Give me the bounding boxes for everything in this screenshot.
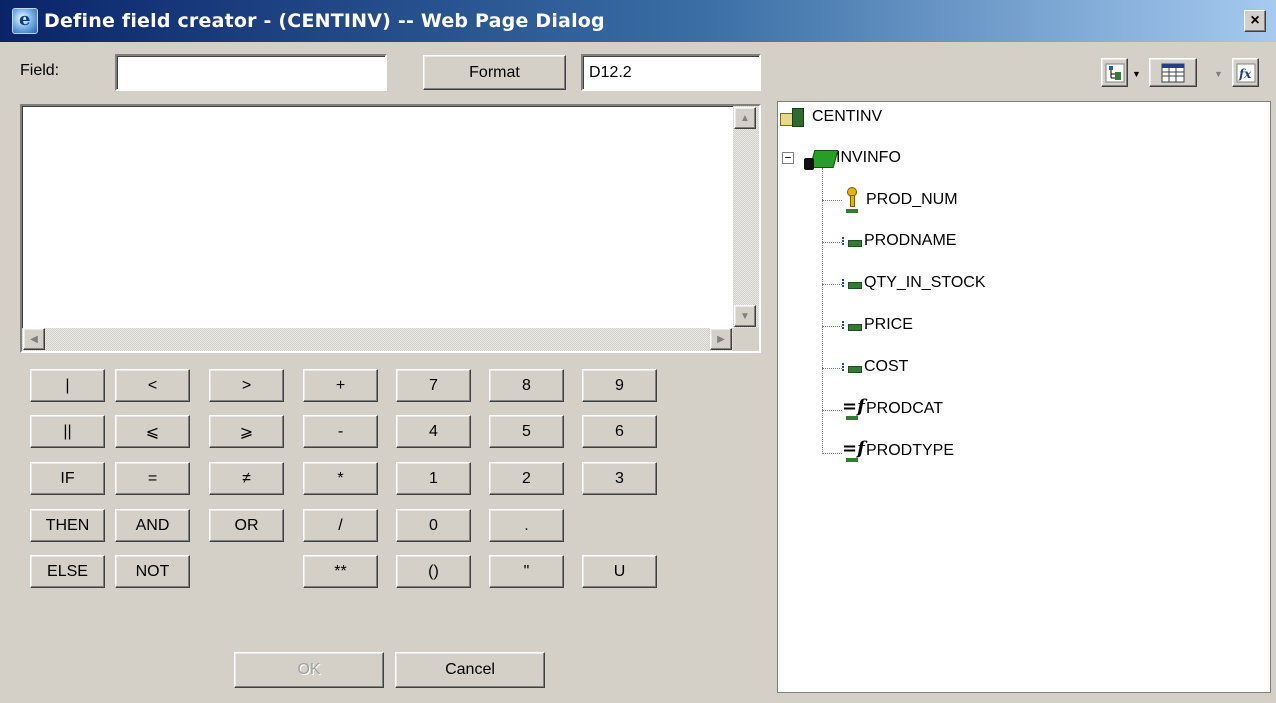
tree-connector [822, 168, 823, 454]
cancel-button[interactable]: Cancel [395, 652, 545, 688]
close-button[interactable]: × [1244, 10, 1266, 32]
tree-connector [822, 200, 842, 201]
key-less-than[interactable]: < [115, 369, 190, 402]
tree-connector [822, 242, 842, 243]
function-icon[interactable]: fx [1232, 58, 1259, 87]
tree-field-label: PROD_NUM [866, 191, 958, 208]
field-tree[interactable]: CENTINV − INVINFO PROD_NUM PRODNAME QTY_… [777, 101, 1271, 693]
key-0[interactable]: 0 [396, 509, 471, 542]
key-field-icon [842, 187, 862, 213]
field-icon [842, 359, 862, 375]
collapse-icon[interactable]: − [782, 152, 794, 164]
ie-icon [12, 8, 38, 34]
field-icon [842, 275, 862, 291]
key-4[interactable]: 4 [396, 415, 471, 448]
key-quote[interactable]: " [489, 555, 564, 588]
key-union[interactable]: U [582, 555, 657, 588]
key-power[interactable]: ** [303, 555, 378, 588]
key-greater-equal[interactable]: ⩾ [209, 415, 284, 448]
tree-view-icon[interactable] [1101, 58, 1128, 87]
tree-connector [822, 410, 842, 411]
field-icon [842, 317, 862, 333]
expression-textarea[interactable]: ▲ ▼ ◀ ▶ [20, 104, 761, 353]
key-1[interactable]: 1 [396, 462, 471, 495]
database-icon [780, 108, 810, 127]
tree-connector [822, 453, 842, 454]
key-if[interactable]: IF [30, 462, 105, 495]
svg-text:fx: fx [1238, 67, 1252, 81]
field-label: Field: [20, 62, 60, 79]
key-2[interactable]: 2 [489, 462, 564, 495]
key-6[interactable]: 6 [582, 415, 657, 448]
field-icon [842, 233, 862, 249]
tree-field-prodname[interactable]: PRODNAME [842, 232, 956, 250]
computed-field-icon: =f [842, 440, 865, 462]
tree-field-prodtype[interactable]: =f PRODTYPE [842, 440, 954, 462]
tree-field-label: COST [864, 358, 909, 375]
table-view-icon[interactable] [1149, 58, 1197, 87]
tree-field-prod-num[interactable]: PROD_NUM [842, 187, 958, 213]
tree-segment[interactable]: − INVINFO [782, 144, 901, 172]
tree-field-label: QTY_IN_STOCK [864, 274, 986, 291]
key-multiply[interactable]: * [303, 462, 378, 495]
key-concat[interactable]: || [30, 415, 105, 448]
tree-root-label: CENTINV [812, 108, 883, 125]
field-name-input[interactable] [115, 54, 387, 91]
key-then[interactable]: THEN [30, 509, 105, 542]
tree-connector [822, 284, 842, 285]
key-plus[interactable]: + [303, 369, 378, 402]
ok-button[interactable]: OK [234, 652, 384, 688]
tree-field-price[interactable]: PRICE [842, 316, 913, 334]
tree-connector [822, 326, 842, 327]
key-7[interactable]: 7 [396, 369, 471, 402]
key-minus[interactable]: - [303, 415, 378, 448]
table-view-dropdown-icon[interactable]: ▼ [1214, 69, 1223, 79]
horizontal-scrollbar[interactable]: ◀ ▶ [22, 328, 733, 351]
key-and[interactable]: AND [115, 509, 190, 542]
title-bar: Define field creator - (CENTINV) -- Web … [0, 0, 1276, 42]
key-divide[interactable]: / [303, 509, 378, 542]
key-less-equal[interactable]: ⩽ [115, 415, 190, 448]
key-greater-than[interactable]: > [209, 369, 284, 402]
key-decimal[interactable]: . [489, 509, 564, 542]
tree-field-label: PRODNAME [864, 232, 957, 249]
tree-segment-label: INVINFO [836, 149, 901, 166]
tree-field-label: PRODCAT [866, 400, 944, 417]
scroll-up-icon[interactable]: ▲ [734, 107, 756, 129]
key-not-equal[interactable]: ≠ [209, 462, 284, 495]
scroll-down-icon[interactable]: ▼ [734, 305, 756, 327]
key-parentheses[interactable]: () [396, 555, 471, 588]
computed-field-icon: =f [842, 398, 865, 420]
tree-field-cost[interactable]: COST [842, 358, 908, 376]
scroll-corner [733, 328, 759, 351]
scroll-left-icon[interactable]: ◀ [23, 328, 45, 350]
tree-field-label: PRODTYPE [866, 442, 955, 459]
key-not[interactable]: NOT [115, 555, 190, 588]
tree-root[interactable]: CENTINV [780, 108, 883, 127]
key-5[interactable]: 5 [489, 415, 564, 448]
key-or-bar[interactable]: | [30, 369, 105, 402]
vertical-scrollbar[interactable]: ▲ ▼ [733, 106, 759, 328]
format-input[interactable] [581, 54, 761, 91]
scroll-right-icon[interactable]: ▶ [710, 328, 732, 350]
format-button[interactable]: Format [423, 55, 566, 90]
key-equals[interactable]: = [115, 462, 190, 495]
key-3[interactable]: 3 [582, 462, 657, 495]
key-9[interactable]: 9 [582, 369, 657, 402]
key-8[interactable]: 8 [489, 369, 564, 402]
tree-field-label: PRICE [864, 316, 913, 333]
segment-icon [804, 144, 836, 172]
key-else[interactable]: ELSE [30, 555, 105, 588]
tree-view-dropdown-icon[interactable]: ▼ [1132, 69, 1141, 79]
tree-field-qty-in-stock[interactable]: QTY_IN_STOCK [842, 274, 986, 292]
tree-connector [822, 368, 842, 369]
key-or[interactable]: OR [209, 509, 284, 542]
tree-field-prodcat[interactable]: =f PRODCAT [842, 398, 943, 420]
window-title: Define field creator - (CENTINV) -- Web … [44, 10, 605, 32]
